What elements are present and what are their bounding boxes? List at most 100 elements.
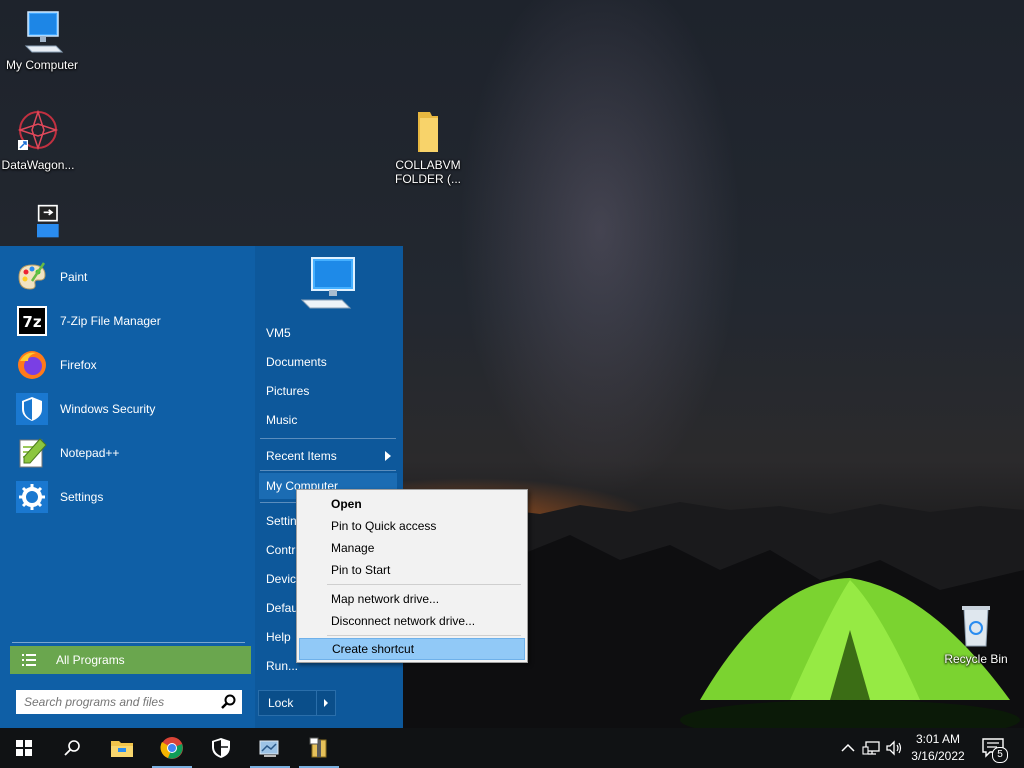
- places-item-music[interactable]: Music: [259, 407, 397, 433]
- places-item-recent-items[interactable]: Recent Items: [259, 443, 397, 469]
- all-programs-button[interactable]: All Programs: [10, 646, 251, 674]
- desktop-icon-collabvm-folder[interactable]: COLLABVM FOLDER (...: [386, 108, 470, 186]
- places-item-pictures[interactable]: Pictures: [259, 378, 397, 404]
- ctx-label: Create shortcut: [332, 642, 415, 656]
- taskbar-search-button[interactable]: [48, 728, 96, 768]
- all-programs-label: All Programs: [56, 653, 125, 667]
- paint-icon: [16, 261, 48, 293]
- svg-text:7z: 7z: [22, 313, 41, 331]
- program-label: Firefox: [60, 358, 97, 372]
- places-item-label: Settin: [266, 514, 297, 528]
- gear-icon: [16, 481, 48, 513]
- chevron-right-icon: [324, 699, 328, 707]
- ctx-label: Open: [331, 497, 362, 511]
- datawagon-icon: [17, 109, 59, 151]
- desktop-icon-label: DataWagon...: [1, 158, 75, 172]
- notification-badge: 5: [992, 747, 1008, 763]
- places-item-label: Help: [266, 630, 291, 644]
- program-label: 7-Zip File Manager: [60, 314, 161, 328]
- program-notepadpp[interactable]: Notepad++: [10, 433, 250, 473]
- ctx-label: Map network drive...: [331, 592, 440, 606]
- ctx-disconnect-network-drive[interactable]: Disconnect network drive...: [299, 610, 525, 632]
- firefox-icon: [16, 349, 48, 381]
- places-item-label: Documents: [266, 355, 327, 369]
- desktop-icon-app[interactable]: [0, 204, 84, 244]
- monitor-app-icon: [259, 740, 279, 757]
- 7zip-icon: 7z: [16, 305, 48, 337]
- programs-separator: [12, 642, 245, 643]
- program-label: Windows Security: [60, 402, 156, 416]
- places-item-label: Pictures: [266, 384, 310, 398]
- places-item-vm5[interactable]: VM5: [259, 320, 397, 346]
- program-paint[interactable]: Paint: [10, 257, 250, 297]
- program-windows-security[interactable]: Windows Security: [10, 389, 250, 429]
- places-item-label: Music: [266, 413, 298, 427]
- desktop-icon-recycle-bin[interactable]: Recycle Bin: [934, 602, 1018, 666]
- taskbar-file-explorer[interactable]: [98, 728, 146, 768]
- search-icon[interactable]: [220, 694, 236, 710]
- ctx-pin-quick-access[interactable]: Pin to Quick access: [299, 515, 525, 537]
- places-item-label: Contr: [266, 543, 296, 557]
- places-item-documents[interactable]: Documents: [259, 349, 397, 375]
- folder-icon: [418, 112, 438, 152]
- volume-icon[interactable]: [884, 738, 904, 758]
- ctx-separator: [327, 635, 521, 636]
- windows-logo-icon: [16, 740, 32, 756]
- places-item-label: Run...: [266, 659, 299, 673]
- ctx-open[interactable]: Open: [299, 493, 525, 515]
- ctx-label: Pin to Start: [331, 563, 391, 577]
- chevron-right-icon: [385, 451, 391, 461]
- places-separator: [260, 470, 396, 471]
- ctx-label: Pin to Quick access: [331, 519, 437, 533]
- search-input[interactable]: [22, 694, 216, 710]
- taskbar-chrome[interactable]: [148, 728, 196, 768]
- power-options-button[interactable]: [316, 690, 336, 716]
- program-7zip[interactable]: 7z 7-Zip File Manager: [10, 301, 250, 341]
- shield-icon: [16, 393, 48, 425]
- folder-icon: [111, 741, 133, 757]
- ctx-map-network-drive[interactable]: Map network drive...: [299, 588, 525, 610]
- taskbar-windows-security[interactable]: [197, 728, 245, 768]
- program-label: Paint: [60, 270, 88, 284]
- lock-button[interactable]: Lock: [258, 690, 317, 716]
- ctx-label: Disconnect network drive...: [331, 614, 476, 628]
- clock-time: 3:01 AM: [915, 732, 961, 746]
- shield-icon: [212, 738, 230, 758]
- computer-icon: [24, 11, 64, 53]
- taskbar-app[interactable]: [246, 728, 294, 768]
- chrome-icon: [160, 737, 183, 759]
- ctx-manage[interactable]: Manage: [299, 537, 525, 559]
- desktop-icon-label: Recycle Bin: [944, 652, 1008, 666]
- places-item-label: Devic: [266, 572, 297, 586]
- program-label: Notepad++: [60, 446, 120, 460]
- program-label: Settings: [60, 490, 104, 504]
- places-item-label: VM5: [266, 326, 291, 340]
- program-settings[interactable]: Settings: [10, 477, 250, 517]
- notification-center-button[interactable]: 5: [980, 736, 1008, 763]
- places-separator: [260, 438, 396, 439]
- user-computer-icon[interactable]: [298, 254, 360, 312]
- desktop-icon-my-computer[interactable]: My Computer: [0, 8, 84, 72]
- places-item-label: Defau: [266, 601, 299, 615]
- notepadpp-icon: [16, 437, 48, 469]
- network-icon[interactable]: [862, 738, 882, 758]
- taskbar-clock[interactable]: 3:01 AM 3/16/2022: [904, 731, 972, 765]
- ctx-create-shortcut[interactable]: Create shortcut: [299, 638, 525, 660]
- places-item-label: Recent Items: [266, 449, 337, 463]
- ctx-separator: [327, 584, 521, 585]
- desktop-icon-label: COLLABVM FOLDER (...: [394, 158, 461, 186]
- program-firefox[interactable]: Firefox: [10, 345, 250, 385]
- ctx-pin-to-start[interactable]: Pin to Start: [299, 559, 525, 581]
- start-button[interactable]: [0, 728, 48, 768]
- app-icon: [37, 204, 59, 238]
- chevron-up-icon[interactable]: [838, 738, 858, 758]
- clock-date: 3/16/2022: [911, 749, 965, 763]
- search-icon: [64, 740, 80, 756]
- archive-icon: [309, 737, 327, 758]
- list-icon: [22, 654, 36, 666]
- taskbar-archive-app[interactable]: [295, 728, 343, 768]
- lock-label: Lock: [268, 696, 294, 710]
- ctx-label: Manage: [331, 541, 375, 555]
- desktop-icon-datawagon[interactable]: DataWagon...: [0, 108, 80, 172]
- search-box[interactable]: [16, 690, 242, 714]
